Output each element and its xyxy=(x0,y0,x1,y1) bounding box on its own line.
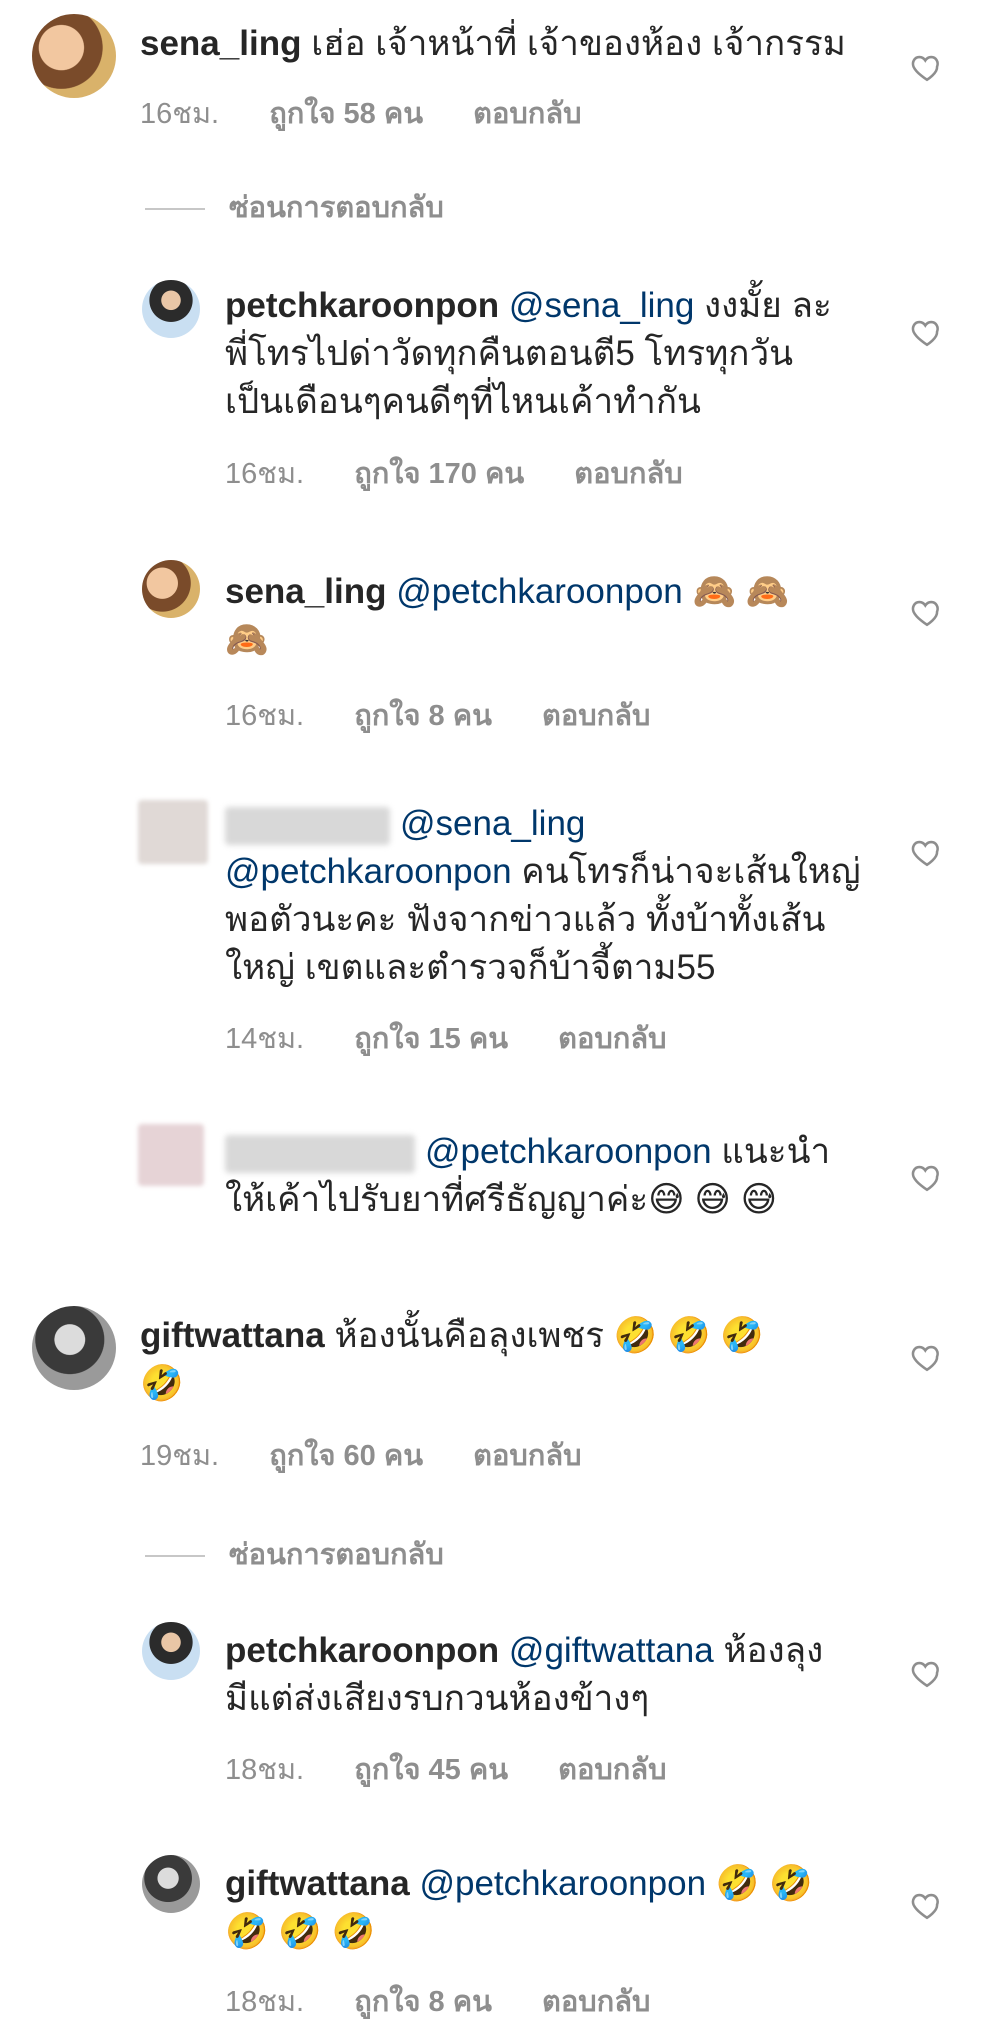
comment-likes[interactable]: ถูกใจ 8 คน xyxy=(354,700,492,732)
reply-button[interactable]: ตอบกลับ xyxy=(473,98,581,130)
heart-icon[interactable] xyxy=(910,1656,944,1690)
hide-replies-button[interactable]: ซ่อนการตอบกลับ xyxy=(145,184,444,230)
comment-meta: 16ชม. ถูกใจ 170 คน ตอบกลับ xyxy=(225,450,725,496)
avatar[interactable] xyxy=(32,1306,116,1390)
comment-meta: 18ชม. ถูกใจ 45 คน ตอบกลับ xyxy=(225,1746,709,1792)
comment-meta: 16ชม. ถูกใจ 8 คน ตอบกลับ xyxy=(225,692,692,738)
heart-icon[interactable] xyxy=(910,1160,944,1194)
divider-line xyxy=(145,208,205,211)
reply-button[interactable]: ตอบกลับ xyxy=(574,458,682,490)
avatar[interactable] xyxy=(142,280,200,338)
comment-username[interactable]: petchkaroonpon xyxy=(225,286,499,325)
comment-time: 16ชม. xyxy=(140,98,220,130)
comment-likes[interactable]: ถูกใจ 45 คน xyxy=(354,1754,508,1786)
heart-icon[interactable] xyxy=(910,595,944,629)
comment-mention[interactable]: @petchkaroonpon xyxy=(396,572,683,611)
divider-line xyxy=(145,1555,205,1558)
comment-time: 19ชม. xyxy=(140,1440,220,1472)
avatar[interactable] xyxy=(142,1855,200,1913)
avatar[interactable] xyxy=(138,800,208,864)
hide-replies-label: ซ่อนการตอบกลับ xyxy=(229,1539,444,1571)
comment-meta: 14ชม. ถูกใจ 15 คน ตอบกลับ xyxy=(225,1015,709,1061)
comment-meta: 16ชม. ถูกใจ 58 คน ตอบกลับ xyxy=(140,90,624,136)
heart-icon[interactable] xyxy=(910,1888,944,1922)
comment-username[interactable]: sena_ling xyxy=(225,572,386,611)
heart-icon[interactable] xyxy=(910,1340,944,1374)
comment-likes[interactable]: ถูกใจ 58 คน xyxy=(269,98,423,130)
comment-username[interactable]: giftwattana xyxy=(140,1316,325,1355)
comment-username[interactable]: sena_ling xyxy=(140,24,301,63)
reply-button[interactable]: ตอบกลับ xyxy=(473,1440,581,1472)
heart-icon[interactable] xyxy=(910,835,944,869)
comment-time: 18ชม. xyxy=(225,1754,305,1786)
avatar[interactable] xyxy=(32,14,116,98)
avatar[interactable] xyxy=(138,1124,204,1186)
reply-button[interactable]: ตอบกลับ xyxy=(558,1754,666,1786)
comment-mention[interactable]: @petchkaroonpon xyxy=(419,1864,706,1903)
blurred-username[interactable] xyxy=(225,1134,415,1173)
comment-mention[interactable]: @petchkaroonpon xyxy=(425,1132,712,1171)
reply-button[interactable]: ตอบกลับ xyxy=(542,700,650,732)
blurred-username[interactable] xyxy=(225,806,390,845)
heart-icon[interactable] xyxy=(910,315,944,349)
hide-replies-label: ซ่อนการตอบกลับ xyxy=(229,192,444,224)
comment-mention[interactable]: @giftwattana xyxy=(509,1631,714,1670)
comment-username[interactable]: petchkaroonpon xyxy=(225,1631,499,1670)
reply-button[interactable]: ตอบกลับ xyxy=(542,1986,650,2018)
reply-button[interactable]: ตอบกลับ xyxy=(558,1023,666,1055)
comment-likes[interactable]: ถูกใจ 8 คน xyxy=(354,1986,492,2018)
comment-time: 16ชม. xyxy=(225,458,305,490)
comment-time: 16ชม. xyxy=(225,700,305,732)
heart-icon[interactable] xyxy=(910,50,944,84)
comment-username[interactable]: giftwattana xyxy=(225,1864,410,1903)
avatar[interactable] xyxy=(142,1622,200,1680)
comment-mention[interactable]: @sena_ling xyxy=(509,286,694,325)
comment-meta: 18ชม. ถูกใจ 8 คน ตอบกลับ xyxy=(225,1978,692,2024)
comment-likes[interactable]: ถูกใจ 15 คน xyxy=(354,1023,508,1055)
comment-meta: 19ชม. ถูกใจ 60 คน ตอบกลับ xyxy=(140,1432,624,1478)
comment-time: 18ชม. xyxy=(225,1986,305,2018)
comment-text: เฮ่อ เจ้าหน้าที่ เจ้าของห้อง เจ้ากรรม xyxy=(311,24,846,63)
comment-likes[interactable]: ถูกใจ 170 คน xyxy=(354,458,524,490)
comment-likes[interactable]: ถูกใจ 60 คน xyxy=(269,1440,423,1472)
avatar[interactable] xyxy=(142,560,200,618)
hide-replies-button[interactable]: ซ่อนการตอบกลับ xyxy=(145,1531,444,1577)
comment-time: 14ชม. xyxy=(225,1023,305,1055)
